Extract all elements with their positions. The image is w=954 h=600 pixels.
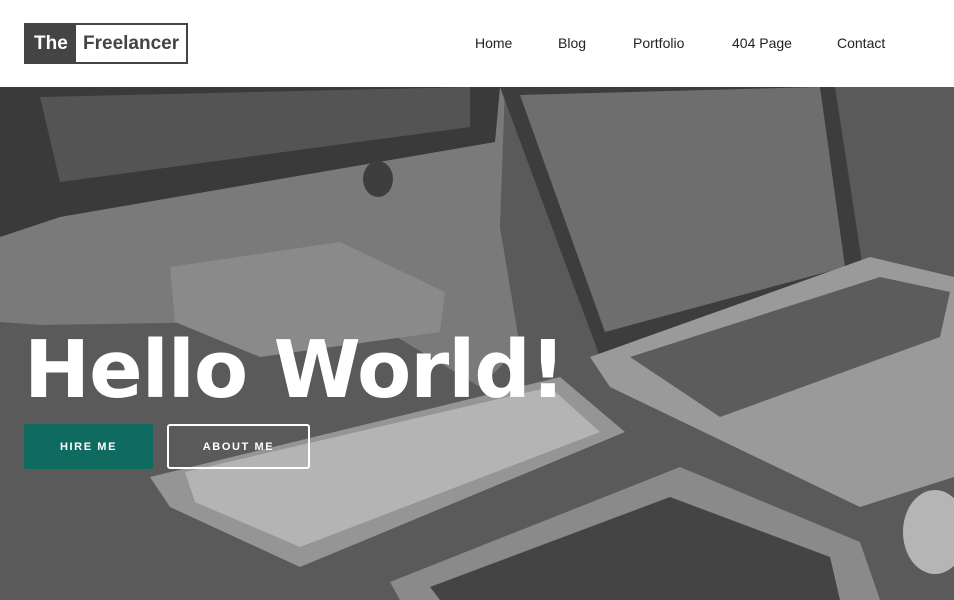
- main-nav: Home Blog Portfolio 404 Page Contact: [0, 34, 954, 54]
- nav-item-blog[interactable]: Blog: [558, 34, 586, 52]
- site-header: The Freelancer Home Blog Portfolio 404 P…: [0, 0, 954, 87]
- hire-me-button[interactable]: HIRE ME: [24, 424, 153, 469]
- nav-item-404-page[interactable]: 404 Page: [732, 34, 792, 52]
- hero-section: Hello World! HIRE ME ABOUT ME: [0, 87, 954, 600]
- nav-item-contact[interactable]: Contact: [837, 34, 885, 52]
- hero-title: Hello World!: [24, 324, 566, 416]
- nav-item-portfolio[interactable]: Portfolio: [633, 34, 684, 52]
- nav-item-home[interactable]: Home: [475, 34, 512, 52]
- about-me-button[interactable]: ABOUT ME: [167, 424, 310, 469]
